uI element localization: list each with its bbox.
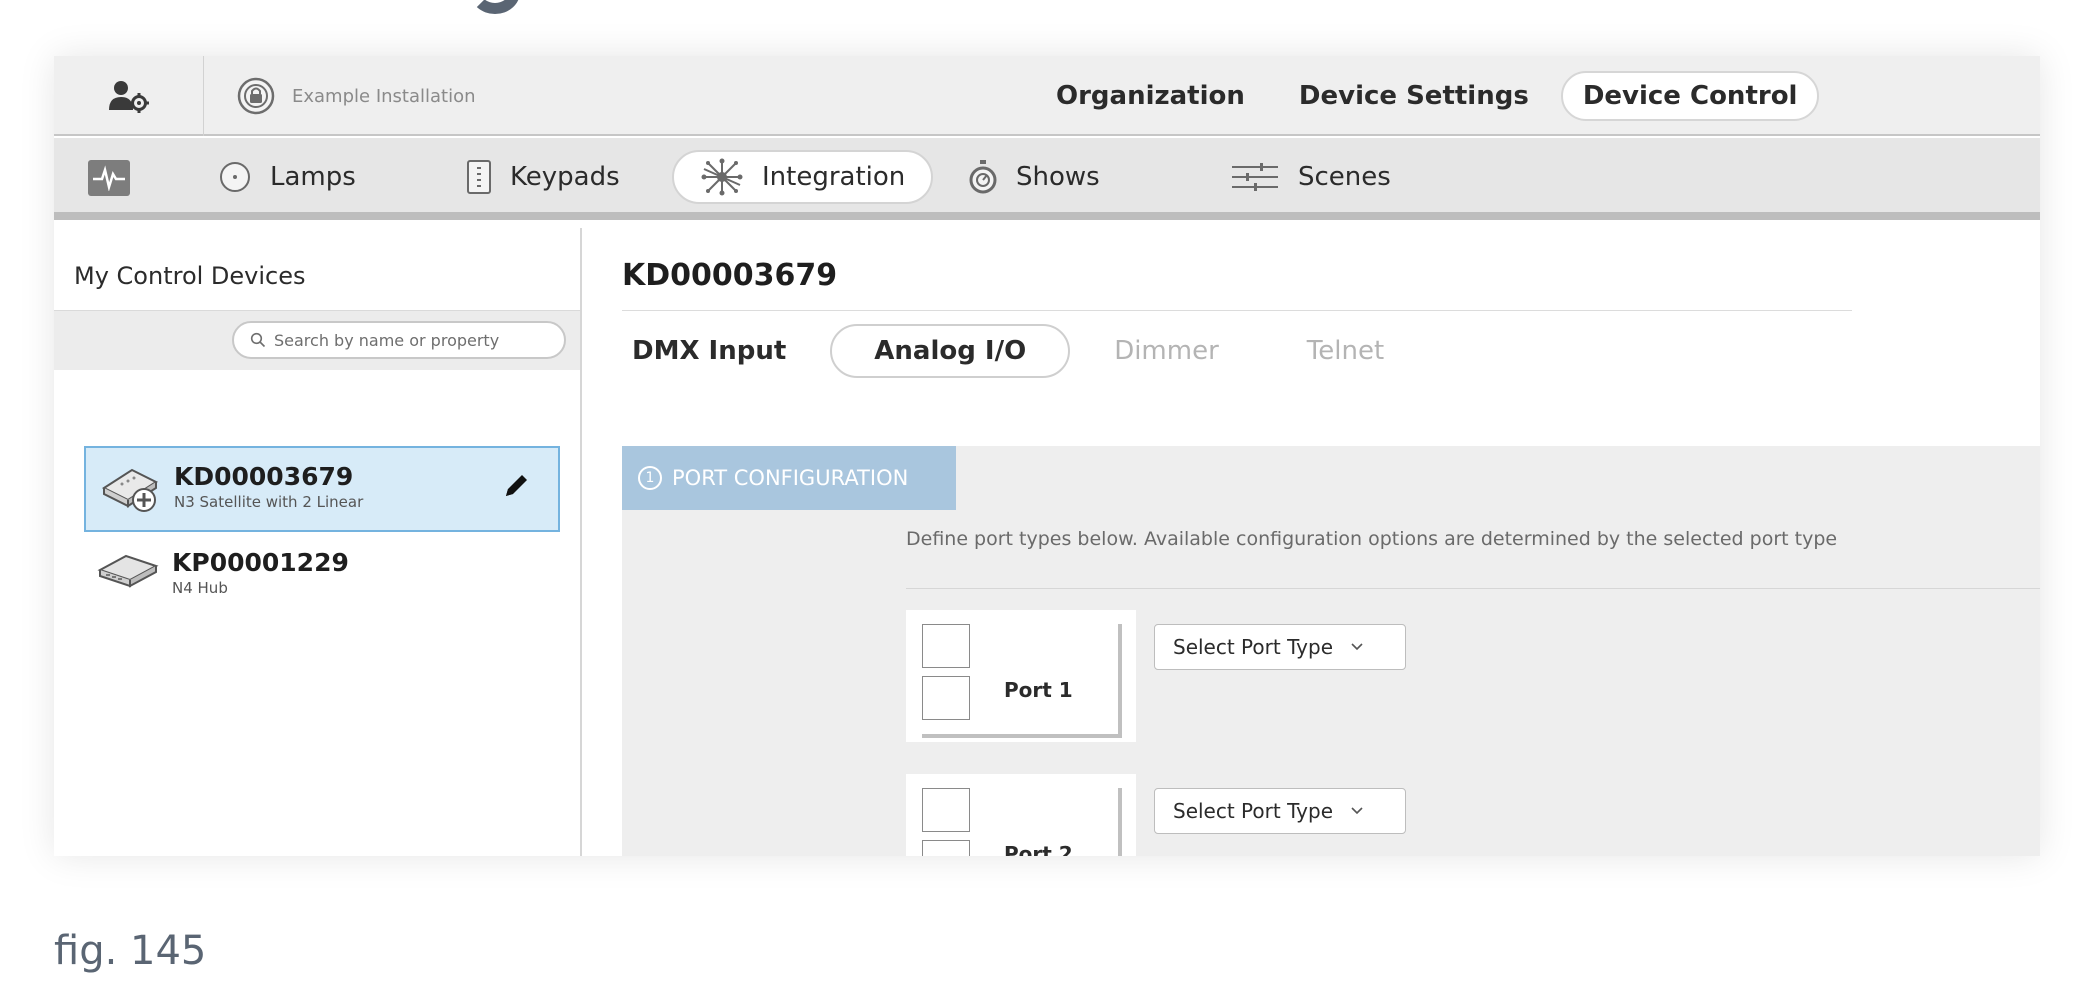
pulse-icon [93, 165, 125, 191]
device-text: KP00001229 N4 Hub [172, 548, 349, 598]
device-subtitle: N4 Hub [172, 579, 228, 597]
nav-lamps[interactable]: Lamps [218, 150, 356, 204]
subtab-telnet: Telnet [1306, 336, 1385, 366]
device-item-kp00001229[interactable]: KP00001229 N4 Hub [84, 534, 560, 620]
nav-integration[interactable]: Integration [672, 150, 934, 204]
port-slot-bottom [922, 676, 970, 720]
installation-selector[interactable]: Example Installation [236, 74, 476, 118]
subtab-analog-io[interactable]: Analog I/O [830, 324, 1071, 378]
nav-shows[interactable]: Shows [968, 150, 1100, 204]
subtab-dimmer: Dimmer [1114, 336, 1219, 366]
port-slot-bottom [922, 840, 970, 856]
port-1-type-select[interactable]: Select Port Type [1154, 624, 1406, 670]
panel-title: My Control Devices [74, 262, 306, 290]
heading-glyph-fragment [470, 0, 520, 14]
device-subtitle: N3 Satellite with 2 Linear [174, 493, 364, 511]
step-number: 1 [638, 466, 662, 490]
lock-icon [237, 77, 275, 115]
user-settings-button[interactable] [54, 56, 204, 136]
user-gear-icon [108, 81, 149, 113]
port-slot-top [922, 624, 970, 668]
keypad-icon [467, 160, 491, 194]
installation-name: Example Installation [292, 85, 476, 107]
tab-device-settings[interactable]: Device Settings [1277, 71, 1551, 121]
top-tabs: Organization Device Settings Device Cont… [1034, 68, 1820, 124]
chevron-down-icon [1351, 807, 1363, 815]
section-description: Define port types below. Available confi… [906, 528, 1838, 550]
port-configuration-tab[interactable]: 1 PORT CONFIGURATION [622, 446, 956, 510]
control-devices-panel: My Control Devices Search by name or pro… [54, 228, 582, 856]
section-title: PORT CONFIGURATION [672, 466, 909, 490]
stopwatch-icon [969, 160, 997, 194]
tab-organization[interactable]: Organization [1034, 71, 1267, 121]
section-nav: Lamps Keypads Integration Shows Scenes [54, 138, 2040, 220]
device-item-kd00003679[interactable]: KD00003679 N3 Satellite with 2 Linear [84, 446, 560, 532]
device-detail-panel: KD00003679 DMX Input Analog I/O Dimmer T… [584, 228, 2040, 856]
nav-scenes[interactable]: Scenes [1230, 150, 1391, 204]
clipped-heading-fragment [0, 0, 2096, 24]
port-2-type-select[interactable]: Select Port Type [1154, 788, 1406, 834]
device-text: KD00003679 N3 Satellite with 2 Linear [174, 462, 363, 512]
device-title: KD00003679 [622, 258, 838, 293]
network-icon [701, 158, 743, 196]
title-divider [622, 310, 1852, 311]
nav-integration-label: Integration [762, 162, 906, 192]
nav-lamps-label: Lamps [270, 162, 356, 192]
device-name: KP00001229 [172, 548, 349, 577]
port-label: Port 1 [1004, 678, 1073, 702]
port-1-select-value: Select Port Type [1173, 635, 1333, 659]
nav-shows-label: Shows [1016, 162, 1100, 192]
hub-device-icon [97, 554, 159, 588]
search-icon [250, 332, 266, 348]
device-subtabs: DMX Input Analog I/O Dimmer Telnet [624, 324, 1428, 378]
port-configuration-section: 1 PORT CONFIGURATION Define port types b… [622, 446, 2040, 856]
figure-caption: fig. 145 [54, 928, 207, 974]
activity-button[interactable] [88, 160, 130, 196]
search-bar: Search by name or property [54, 310, 580, 370]
search-placeholder: Search by name or property [274, 330, 500, 350]
port-card-2: Port 2 [906, 774, 1136, 856]
pencil-icon [504, 475, 527, 498]
subtab-dmx-input[interactable]: DMX Input [624, 324, 830, 378]
port-2-select-value: Select Port Type [1173, 799, 1333, 823]
top-bar: Example Installation Organization Device… [54, 56, 2040, 136]
edit-device-button[interactable] [500, 470, 532, 506]
port-slot-top [922, 788, 970, 832]
sliders-icon [1232, 163, 1278, 191]
port-graphic: Port 1 [922, 624, 1122, 738]
circle-icon [220, 162, 250, 192]
app-window: Example Installation Organization Device… [54, 56, 2040, 856]
section-divider [906, 588, 2040, 589]
tab-device-control[interactable]: Device Control [1560, 71, 1820, 121]
nav-keypads[interactable]: Keypads [466, 150, 620, 204]
port-card-1: Port 1 [906, 610, 1136, 742]
nav-scenes-label: Scenes [1298, 162, 1391, 192]
port-graphic: Port 2 [922, 788, 1122, 856]
chevron-down-icon [1351, 643, 1363, 651]
nav-keypads-label: Keypads [510, 162, 620, 192]
port-label: Port 2 [1004, 842, 1073, 856]
device-search-input[interactable]: Search by name or property [232, 321, 566, 359]
device-name: KD00003679 [174, 462, 354, 491]
satellite-device-icon [101, 468, 159, 512]
